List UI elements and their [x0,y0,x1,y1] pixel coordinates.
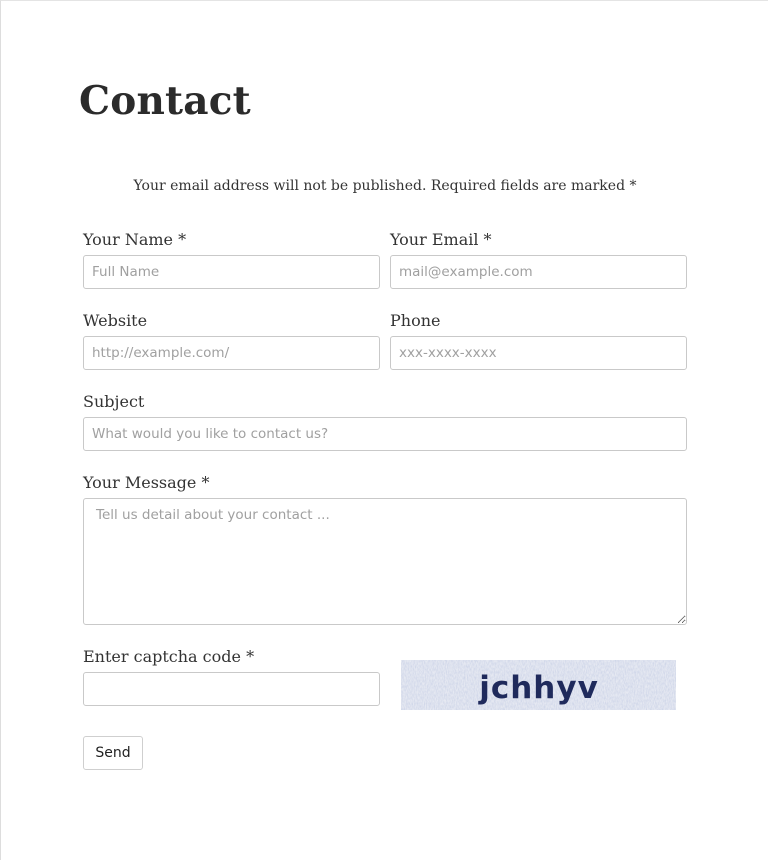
name-label: Your Name * [83,230,187,249]
captcha-input[interactable] [83,672,380,706]
phone-label: Phone [390,311,441,330]
website-input[interactable] [83,336,380,370]
name-input[interactable] [83,255,380,289]
email-input[interactable] [390,255,687,289]
captcha-image: jchhyv [401,660,676,710]
subject-label: Subject [83,392,145,411]
subject-input[interactable] [83,417,687,451]
phone-input[interactable] [390,336,687,370]
send-button[interactable]: Send [83,736,143,770]
website-label: Website [83,311,148,330]
email-label: Your Email * [390,230,492,249]
required-fields-notice: Your email address will not be published… [133,178,637,194]
captcha-text: jchhyv [477,670,599,706]
page-title: Contact [79,78,251,124]
message-label: Your Message * [83,473,210,492]
message-textarea[interactable] [83,498,687,625]
captcha-label: Enter captcha code * [83,647,255,666]
